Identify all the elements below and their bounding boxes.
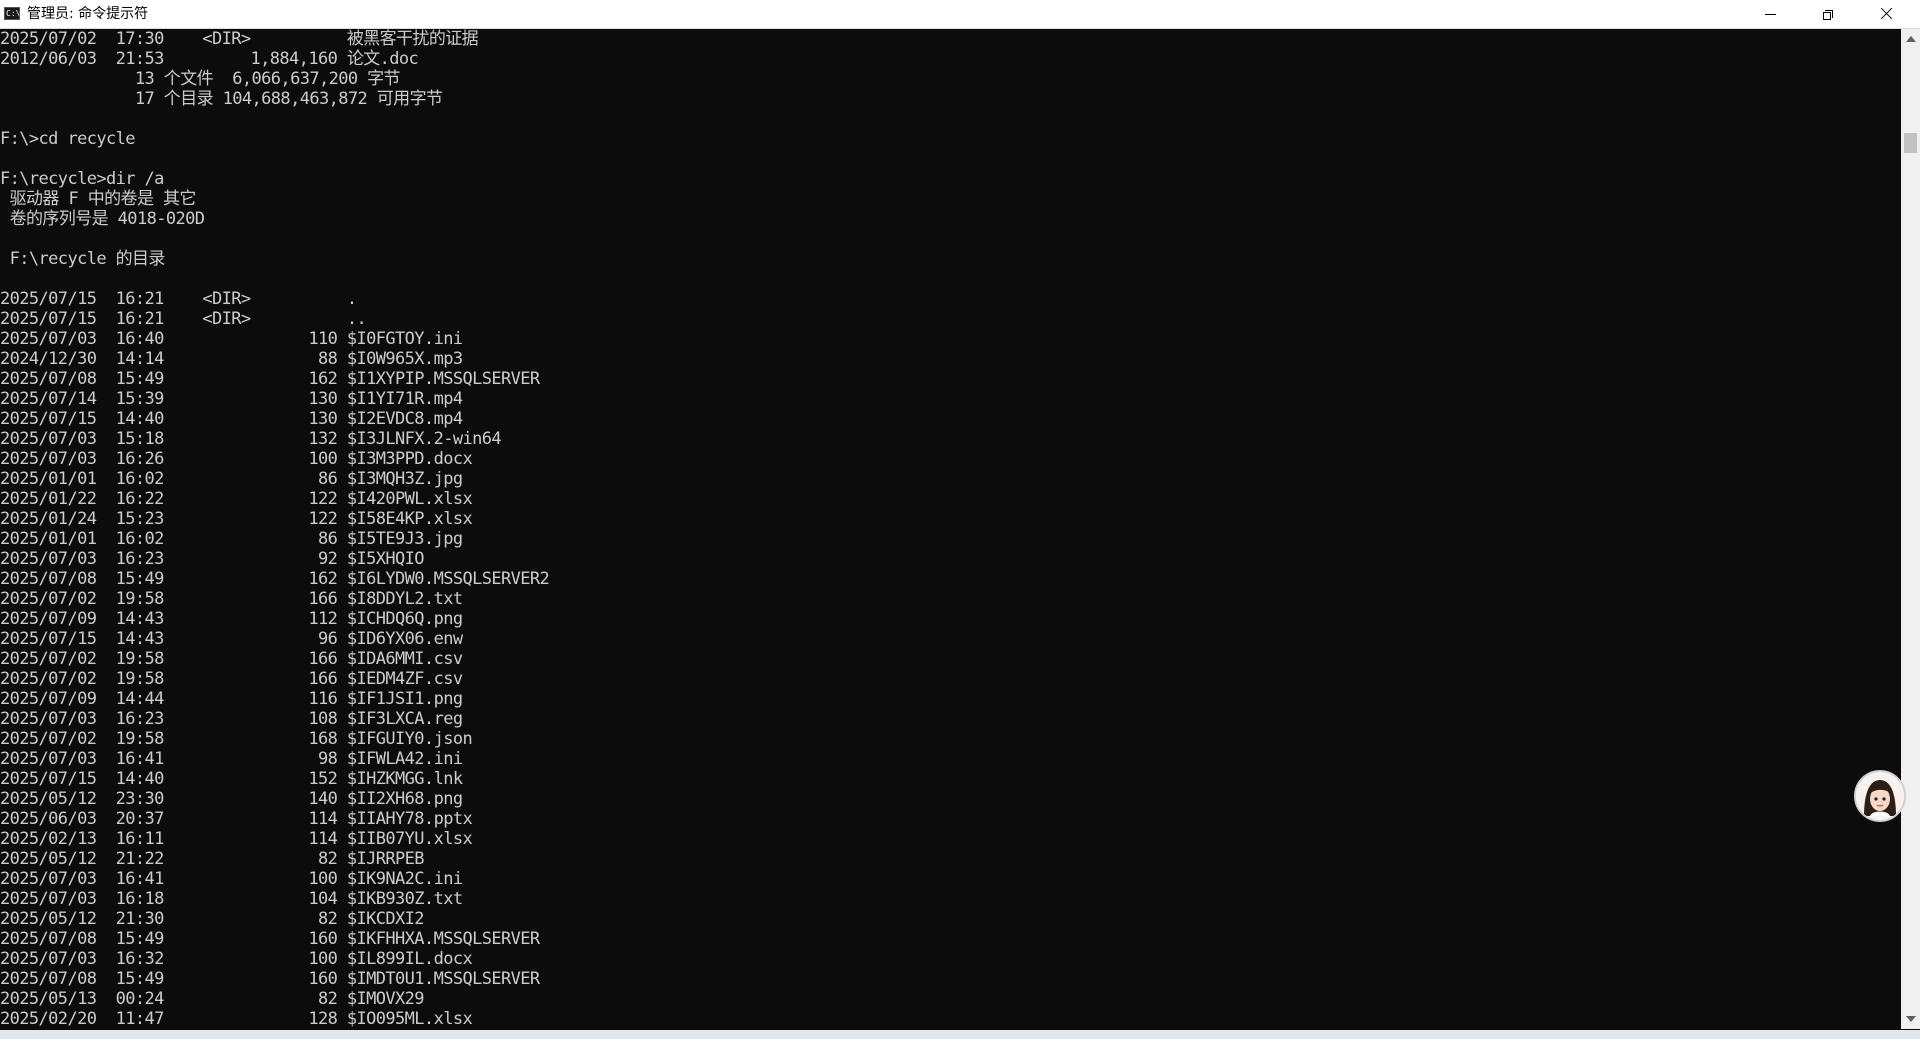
console-line: 2025/01/22 16:22 122 $I420PWL.xlsx bbox=[0, 489, 473, 509]
console-line: 17 个目录 104,688,463,872 可用字节 bbox=[0, 89, 443, 109]
console-line: 2025/07/03 16:23 108 $IF3LXCA.reg bbox=[0, 709, 463, 729]
assistant-avatar-icon[interactable] bbox=[1854, 770, 1906, 822]
console-line: 2025/05/12 21:22 82 $IJRRPEB bbox=[0, 849, 425, 869]
console-line: 2025/06/03 20:37 114 $IIAHY78.pptx bbox=[0, 809, 473, 829]
console-line: 2025/07/02 19:58 168 $IFGUIY0.json bbox=[0, 729, 473, 749]
console-line: 驱动器 F 中的卷是 其它 bbox=[0, 189, 197, 209]
console-line: F:\recycle>dir /a bbox=[0, 169, 164, 189]
console-line: 2025/07/02 19:58 166 $IEDM4ZF.csv bbox=[0, 669, 463, 689]
console-line: 2012/06/03 21:53 1,884,160 论文.doc bbox=[0, 49, 419, 69]
console-line: 2025/07/08 15:49 162 $I1XYPIP.MSSQLSERVE… bbox=[0, 369, 540, 389]
console-line: 2025/01/01 16:02 86 $I5TE9J3.jpg bbox=[0, 529, 463, 549]
window-title: 管理员: 命令提示符 bbox=[27, 6, 149, 22]
scroll-down-arrow-icon[interactable] bbox=[1906, 1016, 1916, 1022]
console-line: 2024/12/30 14:14 88 $I0W965X.mp3 bbox=[0, 349, 463, 369]
console-line: 2025/07/03 15:18 132 $I3JLNFX.2-win64 bbox=[0, 429, 502, 449]
console-line: 2025/07/15 14:43 96 $ID6YX06.enw bbox=[0, 629, 463, 649]
console-line: 2025/07/15 16:21 <DIR> . bbox=[0, 289, 357, 309]
console-line: 2025/07/02 19:58 166 $I8DDYL2.txt bbox=[0, 589, 463, 609]
console-line: 2025/07/03 16:18 104 $IKB930Z.txt bbox=[0, 889, 463, 909]
console-line: 2025/07/15 14:40 152 $IHZKMGG.lnk bbox=[0, 769, 463, 789]
console-line: 2025/07/14 15:39 130 $I1YI71R.mp4 bbox=[0, 389, 463, 409]
title-bar[interactable]: C:\ 管理员: 命令提示符 bbox=[0, 0, 1920, 29]
console-line: 2025/02/20 11:47 128 $IO095ML.xlsx bbox=[0, 1009, 473, 1029]
minimize-button[interactable] bbox=[1741, 0, 1799, 28]
taskbar-edge bbox=[0, 1030, 1920, 1039]
console-line: 2025/05/12 21:30 82 $IKCDXI2 bbox=[0, 909, 425, 929]
console-line: 2025/01/01 16:02 86 $I3MQH3Z.jpg bbox=[0, 469, 463, 489]
console-line: F:\>cd recycle bbox=[0, 129, 135, 149]
scrollbar-thumb[interactable] bbox=[1904, 133, 1917, 153]
console-line: 2025/07/02 19:58 166 $IDA6MMI.csv bbox=[0, 649, 463, 669]
console-line: 13 个文件 6,066,637,200 字节 bbox=[0, 69, 401, 89]
console-line: 2025/05/12 23:30 140 $II2XH68.png bbox=[0, 789, 463, 809]
vertical-scrollbar[interactable] bbox=[1901, 29, 1920, 1029]
cmd-app-icon: C:\ bbox=[4, 7, 20, 20]
console-line: 2025/07/15 14:40 130 $I2EVDC8.mp4 bbox=[0, 409, 463, 429]
console-line: 2025/07/09 14:43 112 $ICHDQ6Q.png bbox=[0, 609, 463, 629]
console-line: 2025/07/03 16:32 100 $IL899IL.docx bbox=[0, 949, 473, 969]
console-line: 卷的序列号是 4018-020D bbox=[0, 209, 205, 229]
console-line: 2025/07/08 15:49 160 $IMDT0U1.MSSQLSERVE… bbox=[0, 969, 540, 989]
restore-button[interactable] bbox=[1799, 0, 1857, 28]
console-output[interactable]: 2025/07/02 17:30 <DIR> 被黑客干扰的证据 2012/06/0… bbox=[0, 29, 1900, 1029]
close-icon bbox=[1879, 7, 1893, 21]
console-line: 2025/07/03 16:41 98 $IFWLA42.ini bbox=[0, 749, 463, 769]
console-line: 2025/05/13 00:24 82 $IMOVX29 bbox=[0, 989, 425, 1009]
console-line: 2025/07/03 16:23 92 $I5XHQIO bbox=[0, 549, 425, 569]
console-line: 2025/07/03 16:41 100 $IK9NA2C.ini bbox=[0, 869, 463, 889]
console-line: 2025/07/08 15:49 160 $IKFHHXA.MSSQLSERVE… bbox=[0, 929, 540, 949]
console-line: 2025/07/08 15:49 162 $I6LYDW0.MSSQLSERVE… bbox=[0, 569, 550, 589]
restore-icon bbox=[1823, 9, 1833, 20]
minimize-icon bbox=[1764, 13, 1776, 15]
scroll-up-arrow-icon[interactable] bbox=[1906, 36, 1916, 42]
console-line: 2025/07/03 16:40 110 $I0FGTOY.ini bbox=[0, 329, 463, 349]
console-line: 2025/07/03 16:26 100 $I3M3PPD.docx bbox=[0, 449, 473, 469]
close-button[interactable] bbox=[1857, 0, 1915, 28]
console-line: 2025/07/15 16:21 <DIR> .. bbox=[0, 309, 367, 329]
console-line: 2025/01/24 15:23 122 $I58E4KP.xlsx bbox=[0, 509, 473, 529]
console-line: 2025/07/09 14:44 116 $IF1JSI1.png bbox=[0, 689, 463, 709]
console-line: 2025/02/13 16:11 114 $IIB07YU.xlsx bbox=[0, 829, 473, 849]
console-line: 2025/07/02 17:30 <DIR> 被黑客干扰的证据 bbox=[0, 29, 479, 49]
console-line: F:\recycle 的目录 bbox=[0, 249, 166, 269]
